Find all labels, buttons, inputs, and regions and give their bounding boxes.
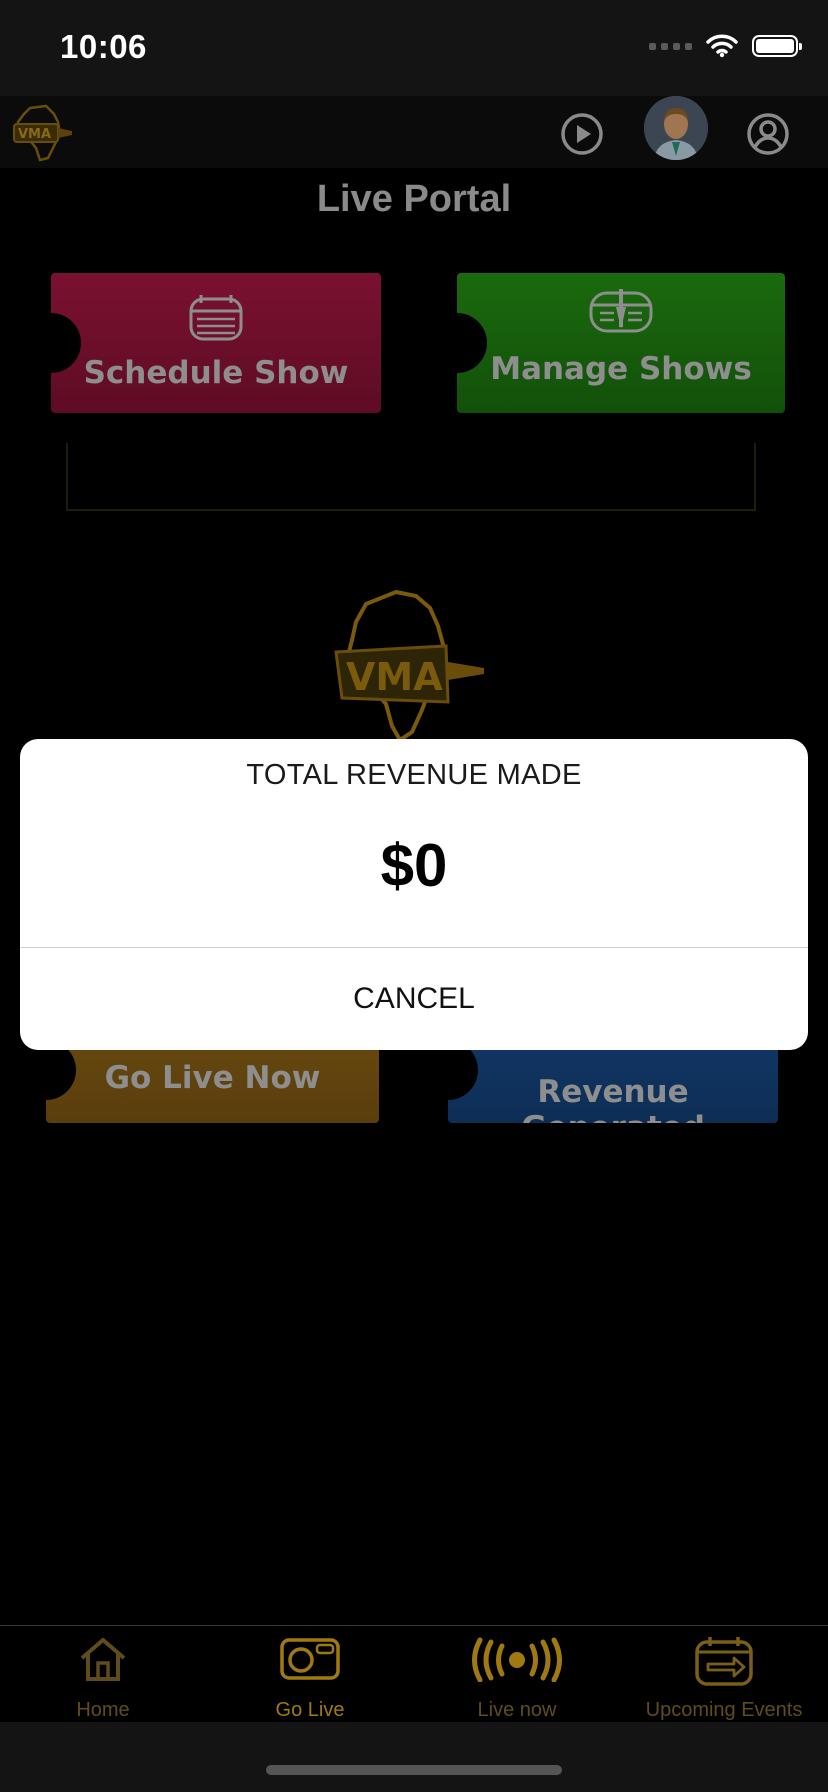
manage-shows-label: Manage Shows xyxy=(490,351,752,387)
tab-upcoming-events[interactable]: Upcoming Events xyxy=(620,1626,828,1723)
tab-live-now[interactable]: Live now xyxy=(414,1626,620,1723)
revenue-amount: $0 xyxy=(380,832,448,899)
home-indicator[interactable] xyxy=(266,1765,562,1775)
tab-home[interactable]: Home xyxy=(0,1626,206,1723)
status-bar: 10:06 xyxy=(0,0,828,96)
account-icon[interactable] xyxy=(746,112,790,161)
home-indicator-area xyxy=(0,1722,828,1792)
tab-upcoming-events-label: Upcoming Events xyxy=(645,1699,803,1721)
app-header: VMA xyxy=(0,96,828,168)
camera-icon xyxy=(206,1636,414,1682)
tab-home-label: Home xyxy=(76,1699,130,1721)
vma-logo-icon[interactable]: VMA xyxy=(10,104,74,167)
tab-live-now-label: Live now xyxy=(477,1699,557,1721)
status-icons xyxy=(649,34,802,58)
vma-logo-icon: VMA xyxy=(326,586,486,751)
schedule-show-label: Schedule Show xyxy=(83,355,349,391)
cancel-button[interactable]: CANCEL xyxy=(20,948,808,1050)
calendar-arrow-icon xyxy=(620,1636,828,1686)
revenue-generated-label: Revenue Generated xyxy=(521,1074,705,1123)
manage-icon xyxy=(457,287,785,335)
dialog-title: TOTAL REVENUE MADE xyxy=(246,759,582,791)
svg-text:VMA: VMA xyxy=(346,655,443,699)
status-time: 10:06 xyxy=(60,28,147,65)
avatar[interactable] xyxy=(644,96,708,160)
manage-shows-button[interactable]: Manage Shows xyxy=(457,273,785,413)
revenue-dialog: TOTAL REVENUE MADE $0 CANCEL xyxy=(20,739,808,1050)
tab-go-live[interactable]: Go Live xyxy=(206,1626,414,1723)
content-frame xyxy=(66,443,756,511)
tab-go-live-label: Go Live xyxy=(275,1699,345,1721)
calendar-icon xyxy=(51,293,381,343)
wifi-icon xyxy=(706,34,738,58)
broadcast-icon xyxy=(414,1636,620,1682)
schedule-show-button[interactable]: Schedule Show xyxy=(51,273,381,413)
battery-icon xyxy=(752,35,802,57)
page-title: Live Portal xyxy=(316,178,512,220)
tab-bar: Home Go Live Live now Upcoming Events xyxy=(0,1625,828,1723)
cellular-signal-icon xyxy=(649,42,692,50)
play-icon[interactable] xyxy=(560,112,604,161)
go-live-now-label: Go Live Now xyxy=(104,1060,321,1096)
home-icon xyxy=(0,1636,206,1682)
svg-text:VMA: VMA xyxy=(18,127,51,142)
